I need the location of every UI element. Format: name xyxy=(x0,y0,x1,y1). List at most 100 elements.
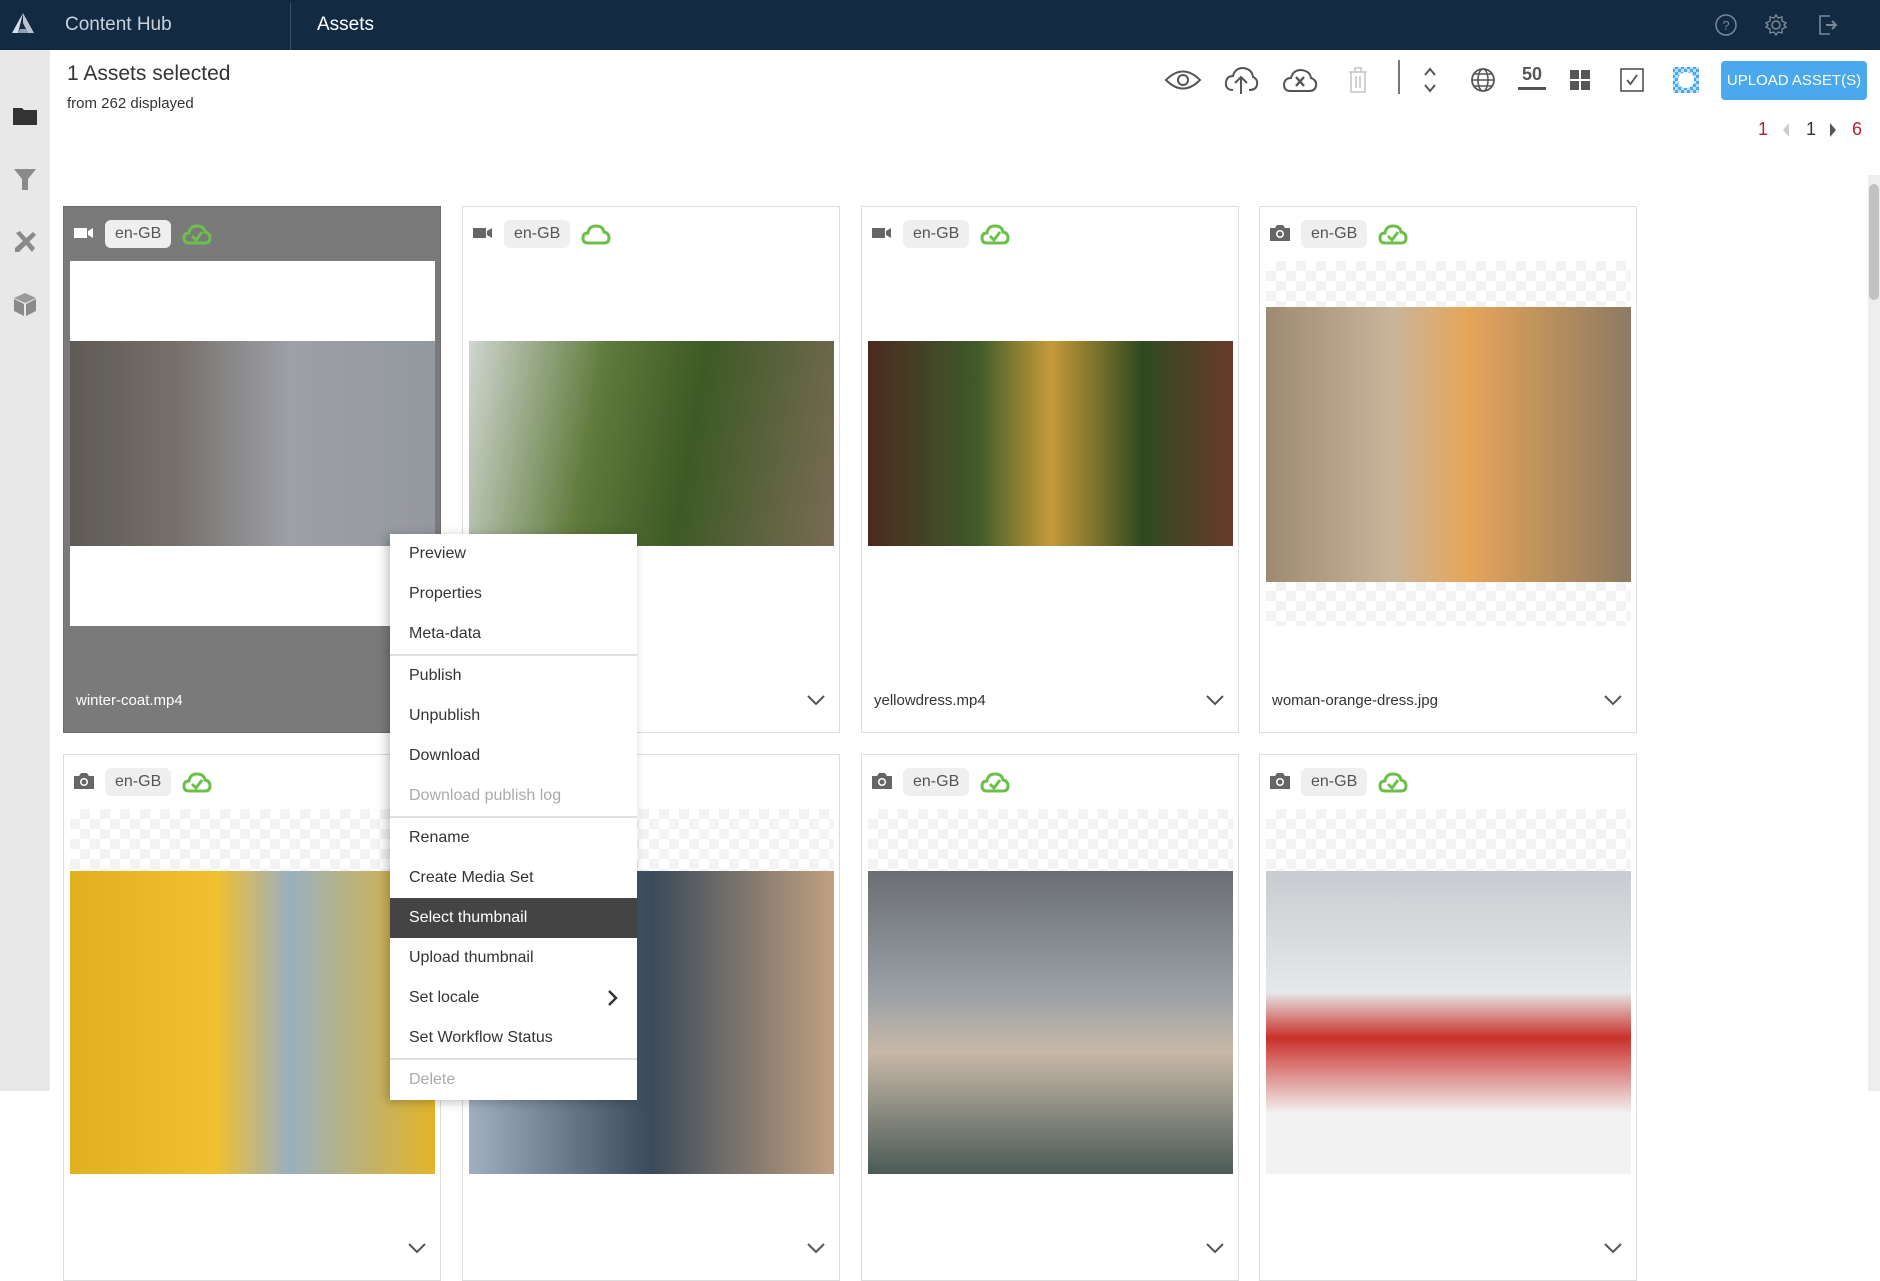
menu-item-label: Download xyxy=(409,747,481,764)
locale-badge: en-GB xyxy=(903,768,970,796)
selection-subtitle: from 262 displayed xyxy=(67,95,194,112)
menu-item-label: Rename xyxy=(409,829,470,846)
menu-item-rename[interactable]: Rename xyxy=(390,818,637,858)
help-icon[interactable]: ? xyxy=(1713,12,1739,38)
asset-thumbnail[interactable] xyxy=(868,809,1233,1174)
locale-badge: en-GB xyxy=(903,220,970,248)
scrollbar-thumb[interactable] xyxy=(1869,184,1879,300)
cloud-published-icon xyxy=(1378,772,1408,793)
app-name[interactable]: Content Hub xyxy=(65,14,172,36)
locale-icon[interactable] xyxy=(1463,62,1503,98)
context-menu: Preview Properties Meta-data Publish Unpubli… xyxy=(390,534,637,1100)
top-bar: Content Hub Assets ? xyxy=(0,0,1880,50)
asset-card[interactable]: en-GB winter-coat.mp4 xyxy=(63,206,441,733)
chevron-down-icon[interactable] xyxy=(805,691,827,709)
svg-text:?: ? xyxy=(1722,18,1729,33)
menu-item-label: Preview xyxy=(409,545,466,562)
logout-icon[interactable] xyxy=(1815,12,1841,38)
header-divider xyxy=(290,3,291,50)
cloud-published-icon xyxy=(1378,224,1408,245)
selection-title: 1 Assets selected xyxy=(67,62,231,85)
asset-thumbnail[interactable] xyxy=(868,261,1233,626)
asset-image xyxy=(1266,871,1631,1174)
asset-card[interactable]: en-GB yellowdress.mp4 xyxy=(861,206,1239,733)
section-title[interactable]: Assets xyxy=(317,14,374,36)
camera-icon xyxy=(871,772,893,790)
locale-badge: en-GB xyxy=(105,768,172,796)
menu-item-create-media-set[interactable]: Create Media Set xyxy=(390,858,637,898)
transparency-icon[interactable] xyxy=(1666,62,1706,98)
menu-item-properties[interactable]: Properties xyxy=(390,574,637,614)
menu-item-label: Select thumbnail xyxy=(409,909,528,926)
locale-badge: en-GB xyxy=(105,220,172,248)
asset-filename: woman-orange-dress.jpg xyxy=(1272,692,1438,709)
video-camera-icon xyxy=(871,224,893,242)
chevron-down-icon[interactable] xyxy=(1602,691,1624,709)
folder-icon[interactable] xyxy=(11,102,39,130)
pagination: 1 1 6 xyxy=(1750,119,1870,141)
page-size-selector[interactable]: 50 xyxy=(1518,64,1546,90)
unpublish-icon[interactable] xyxy=(1280,62,1320,98)
menu-item-select-thumbnail[interactable]: Select thumbnail xyxy=(390,898,637,938)
asset-thumbnail[interactable] xyxy=(70,261,435,626)
asset-card[interactable]: en-GB woman-orange-dress.jpg xyxy=(1259,206,1637,733)
sort-icon[interactable] xyxy=(1410,62,1450,98)
preview-icon[interactable] xyxy=(1163,62,1203,98)
content-hub-logo-icon xyxy=(12,13,34,33)
locale-badge: en-GB xyxy=(1301,768,1368,796)
menu-item-set-locale[interactable]: Set locale xyxy=(390,978,637,1018)
chevron-down-icon[interactable] xyxy=(406,1239,428,1257)
asset-card[interactable]: en-GB xyxy=(1259,754,1637,1281)
chevron-down-icon[interactable] xyxy=(805,1239,827,1257)
cloud-published-icon xyxy=(980,224,1010,245)
next-page-icon[interactable] xyxy=(1828,121,1838,144)
asset-thumbnail[interactable] xyxy=(1266,809,1631,1174)
sidebar xyxy=(0,50,50,1091)
camera-icon xyxy=(1269,772,1291,790)
menu-item-meta-data[interactable]: Meta-data xyxy=(390,614,637,654)
menu-item-download[interactable]: Download xyxy=(390,736,637,776)
box-icon[interactable] xyxy=(11,290,39,318)
asset-thumbnail[interactable] xyxy=(70,809,435,1174)
menu-item-unpublish[interactable]: Unpublish xyxy=(390,696,637,736)
delete-icon[interactable] xyxy=(1338,62,1378,98)
video-camera-icon xyxy=(472,224,494,242)
menu-item-publish[interactable]: Publish xyxy=(390,656,637,696)
menu-item-label: Create Media Set xyxy=(409,869,534,886)
tools-icon[interactable] xyxy=(11,228,39,256)
prev-page-icon[interactable] xyxy=(1781,121,1791,144)
grid-view-icon[interactable] xyxy=(1560,62,1600,98)
menu-item-label: Properties xyxy=(409,585,482,602)
locale-badge: en-GB xyxy=(1301,220,1368,248)
first-page-link[interactable]: 1 xyxy=(1758,119,1768,140)
asset-card[interactable]: en-GB xyxy=(861,754,1239,1281)
chevron-down-icon[interactable] xyxy=(1204,691,1226,709)
cloud-published-icon xyxy=(980,772,1010,793)
menu-item-preview[interactable]: Preview xyxy=(390,534,637,574)
menu-item-label: Unpublish xyxy=(409,707,481,724)
cloud-unpublished-icon xyxy=(581,224,611,245)
asset-image xyxy=(868,341,1233,546)
select-all-icon[interactable] xyxy=(1612,62,1652,98)
menu-item-upload-thumbnail[interactable]: Upload thumbnail xyxy=(390,938,637,978)
publish-icon[interactable] xyxy=(1221,62,1261,98)
last-page-link[interactable]: 6 xyxy=(1852,119,1862,140)
upload-assets-button[interactable]: UPLOAD ASSET(S) xyxy=(1721,61,1867,100)
chevron-down-icon[interactable] xyxy=(1204,1239,1226,1257)
filter-icon[interactable] xyxy=(11,165,39,193)
asset-image xyxy=(1266,307,1631,582)
menu-item-label: Set Workflow Status xyxy=(409,1029,553,1046)
menu-item-set-workflow-status[interactable]: Set Workflow Status xyxy=(390,1018,637,1058)
toolbar-divider xyxy=(1398,60,1400,94)
menu-item-label: Meta-data xyxy=(409,625,482,642)
chevron-down-icon[interactable] xyxy=(1602,1239,1624,1257)
cloud-published-icon xyxy=(182,224,212,245)
asset-card[interactable]: en-GB xyxy=(63,754,441,1281)
menu-item-label: Set locale xyxy=(409,989,480,1006)
scrollbar[interactable] xyxy=(1868,175,1880,1091)
asset-image xyxy=(868,871,1233,1174)
settings-icon[interactable] xyxy=(1763,12,1789,38)
asset-image xyxy=(469,341,834,546)
camera-icon xyxy=(1269,224,1291,242)
asset-thumbnail[interactable] xyxy=(1266,261,1631,626)
